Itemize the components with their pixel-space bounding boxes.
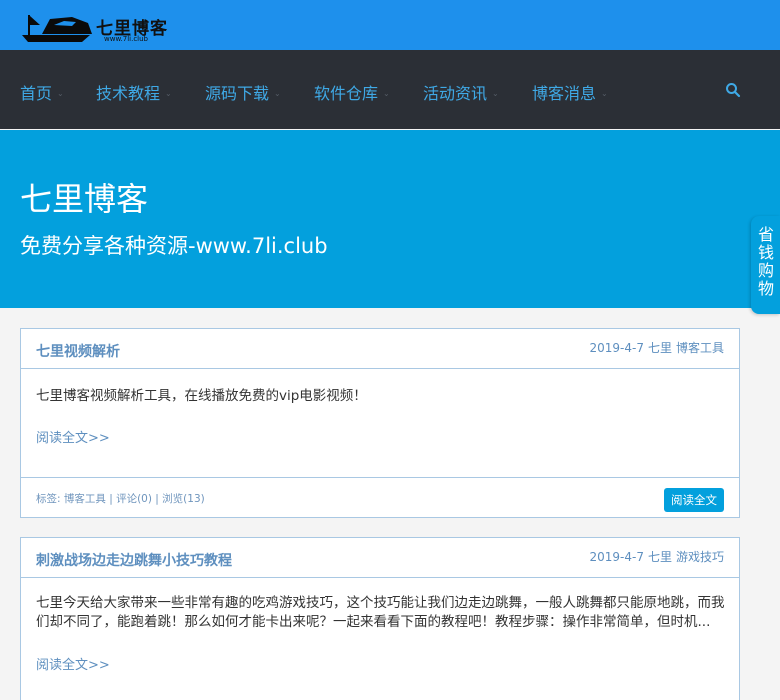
search-icon[interactable] xyxy=(725,82,741,98)
post-card: 七里视频解析 2019-4-7 七里 博客工具 七里博客视频解析工具，在线播放免费的… xyxy=(20,328,740,518)
post-title[interactable]: 刺激战场边走边跳舞小技巧教程 xyxy=(36,550,232,570)
post-tags[interactable]: 标签: 博客工具 | 评论(0) | 浏览(13) xyxy=(36,491,205,506)
hero-banner: 七里博客 免费分享各种资源-www.7li.club xyxy=(0,130,780,308)
read-more-link[interactable]: 阅读全文>> xyxy=(36,427,110,446)
nav-item-label: 首页 xyxy=(20,84,53,103)
post-card: 刺激战场边走边跳舞小技巧教程 2019-4-7 七里 游戏技巧 七里今天给大家带来一… xyxy=(20,537,740,700)
site-subtitle: 免费分享各种资源-www.7li.club xyxy=(20,234,328,258)
post-category[interactable]: 博客工具 xyxy=(676,341,724,355)
chevron-down-icon: ⌄ xyxy=(601,89,608,98)
side-shopping-tab[interactable]: 省钱购物 xyxy=(751,216,780,314)
nav-item-label: 博客消息 xyxy=(532,84,597,103)
post-header: 七里视频解析 2019-4-7 七里 博客工具 xyxy=(21,329,739,369)
nav-item-label: 源码下载 xyxy=(205,84,270,103)
post-meta: 2019-4-7 七里 博客工具 xyxy=(590,339,725,356)
chevron-down-icon: ⌄ xyxy=(165,89,172,98)
nav-item-tutorials[interactable]: 技术教程 ⌄ xyxy=(96,80,172,104)
post-meta: 2019-4-7 七里 游戏技巧 xyxy=(590,548,725,565)
read-more-link[interactable]: 阅读全文>> xyxy=(36,654,110,673)
site-title: 七里博客 xyxy=(20,180,149,218)
nav-item-software[interactable]: 软件仓库 ⌄ xyxy=(314,80,390,104)
nav-item-label: 技术教程 xyxy=(96,84,161,103)
nav-item-label: 活动资讯 xyxy=(423,84,488,103)
post-footer: 标签: 博客工具 | 评论(0) | 浏览(13) 阅读全文 xyxy=(21,477,739,517)
post-header: 刺激战场边走边跳舞小技巧教程 2019-4-7 七里 游戏技巧 xyxy=(21,538,739,578)
post-author[interactable]: 七里 xyxy=(648,341,672,355)
nav-item-blog-news[interactable]: 博客消息 ⌄ xyxy=(532,80,608,104)
nav-item-home[interactable]: 首页 ⌄ xyxy=(20,80,64,104)
post-excerpt: 七里今天给大家带来一些非常有趣的吃鸡游戏技巧，这个技巧能让我们边走边跳舞，一般人… xyxy=(36,595,725,630)
post-excerpt: 七里博客视频解析工具，在线播放免费的vip电影视频！ xyxy=(36,388,367,404)
post-category[interactable]: 游戏技巧 xyxy=(676,550,724,564)
chevron-down-icon: ⌄ xyxy=(274,89,281,98)
chevron-down-icon: ⌄ xyxy=(383,89,390,98)
chevron-down-icon: ⌄ xyxy=(492,89,499,98)
post-title[interactable]: 七里视频解析 xyxy=(36,341,120,361)
chevron-down-icon: ⌄ xyxy=(57,89,64,98)
main-nav: 首页 ⌄ 技术教程 ⌄ 源码下载 ⌄ 软件仓库 ⌄ 活动资讯 ⌄ 博客消息 ⌄ xyxy=(0,50,780,129)
post-date: 2019-4-7 xyxy=(589,341,644,355)
post-date: 2019-4-7 xyxy=(589,550,644,564)
nav-item-source-download[interactable]: 源码下载 ⌄ xyxy=(205,80,281,104)
ship-logo-icon xyxy=(22,15,92,42)
top-bar: 七里博客 www.7li.club xyxy=(0,0,780,50)
post-author[interactable]: 七里 xyxy=(648,550,672,564)
nav-item-label: 软件仓库 xyxy=(314,84,379,103)
logo-url: www.7li.club xyxy=(104,35,148,43)
read-full-button[interactable]: 阅读全文 xyxy=(664,488,724,512)
side-tab-label: 省钱购物 xyxy=(758,225,775,298)
nav-item-events[interactable]: 活动资讯 ⌄ xyxy=(423,80,499,104)
